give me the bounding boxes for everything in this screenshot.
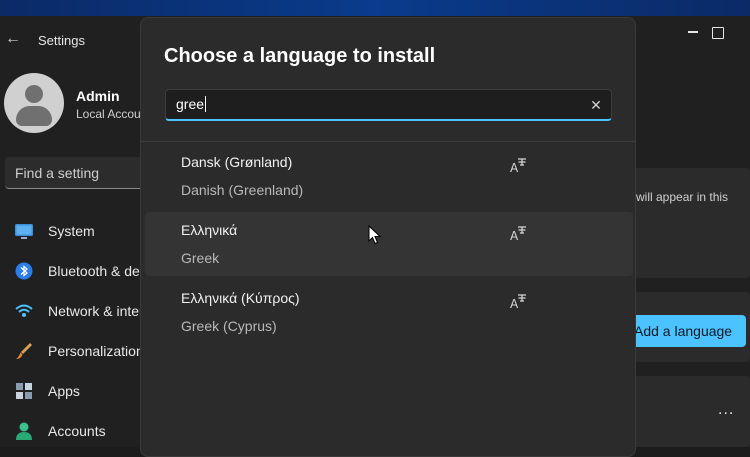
- mouse-cursor-icon: [368, 225, 382, 245]
- language-english-name: Greek (Cyprus): [181, 318, 277, 334]
- language-english-name: Danish (Greenland): [181, 182, 304, 198]
- list-item[interactable]: Ελληνικά Greek A: [145, 212, 633, 276]
- language-native-name: Ελληνικά (Κύπρος): [181, 290, 300, 306]
- monitor-icon: [15, 224, 33, 239]
- sidebar-item-accounts[interactable]: Accounts: [0, 414, 150, 448]
- sidebar-item-label: System: [48, 223, 95, 239]
- sidebar-item-apps[interactable]: Apps: [0, 374, 150, 408]
- avatar-body: [16, 106, 52, 126]
- text-to-speech-icon: A: [510, 294, 526, 310]
- svg-text:A: A: [510, 161, 519, 174]
- list-item[interactable]: Ελληνικά (Κύπρος) Greek (Cyprus) A: [145, 280, 633, 344]
- avatar-head: [25, 85, 43, 103]
- search-value: gree: [176, 96, 207, 112]
- language-native-name: Dansk (Grønland): [181, 154, 293, 170]
- maximize-icon[interactable]: [712, 27, 724, 39]
- text-to-speech-icon: A: [510, 226, 526, 242]
- language-english-name: Greek: [181, 250, 220, 266]
- app-title: Settings: [38, 33, 85, 48]
- sidebar-item-label: Personalization: [48, 343, 144, 359]
- more-options-button[interactable]: ...: [718, 401, 734, 419]
- add-language-label: Add a language: [634, 323, 733, 339]
- user-name: Admin: [76, 88, 120, 104]
- avatar[interactable]: [4, 73, 64, 133]
- sidebar-item-personalization[interactable]: Personalization: [0, 334, 150, 368]
- brush-icon: [16, 343, 32, 359]
- text-to-speech-icon: A: [510, 158, 526, 174]
- sidebar-item-bluetooth[interactable]: Bluetooth & devices: [0, 254, 172, 288]
- apps-icon: [16, 383, 32, 399]
- sidebar-item-label: Apps: [48, 383, 80, 399]
- language-native-name: Ελληνικά: [181, 222, 238, 238]
- wifi-icon: [15, 304, 33, 317]
- dialog-title: Choose a language to install: [164, 45, 436, 67]
- sidebar-item-system[interactable]: System: [0, 214, 150, 248]
- desktop-title-strip: [0, 0, 750, 16]
- clear-icon[interactable]: ✕: [586, 95, 606, 115]
- divider: [141, 141, 635, 142]
- sidebar-item-network[interactable]: Network & internet: [0, 294, 163, 328]
- choose-language-dialog: Choose a language to install gree ✕ Dans…: [140, 17, 636, 457]
- search-input[interactable]: Find a setting: [5, 157, 155, 189]
- minimize-icon[interactable]: [688, 31, 698, 33]
- back-arrow-icon[interactable]: ←: [4, 30, 22, 48]
- svg-text:A: A: [510, 297, 519, 310]
- info-text: will appear in this: [636, 190, 729, 204]
- sidebar-item-label: Accounts: [48, 423, 106, 439]
- language-search-input[interactable]: gree ✕: [165, 89, 612, 121]
- search-placeholder: Find a setting: [15, 165, 100, 181]
- text-caret: [205, 96, 207, 112]
- list-item[interactable]: Dansk (Grønland) Danish (Greenland) A: [145, 144, 633, 208]
- add-language-button[interactable]: Add a language: [626, 315, 746, 347]
- person-icon: [16, 422, 32, 440]
- svg-text:A: A: [510, 229, 519, 242]
- bluetooth-icon: [15, 262, 33, 280]
